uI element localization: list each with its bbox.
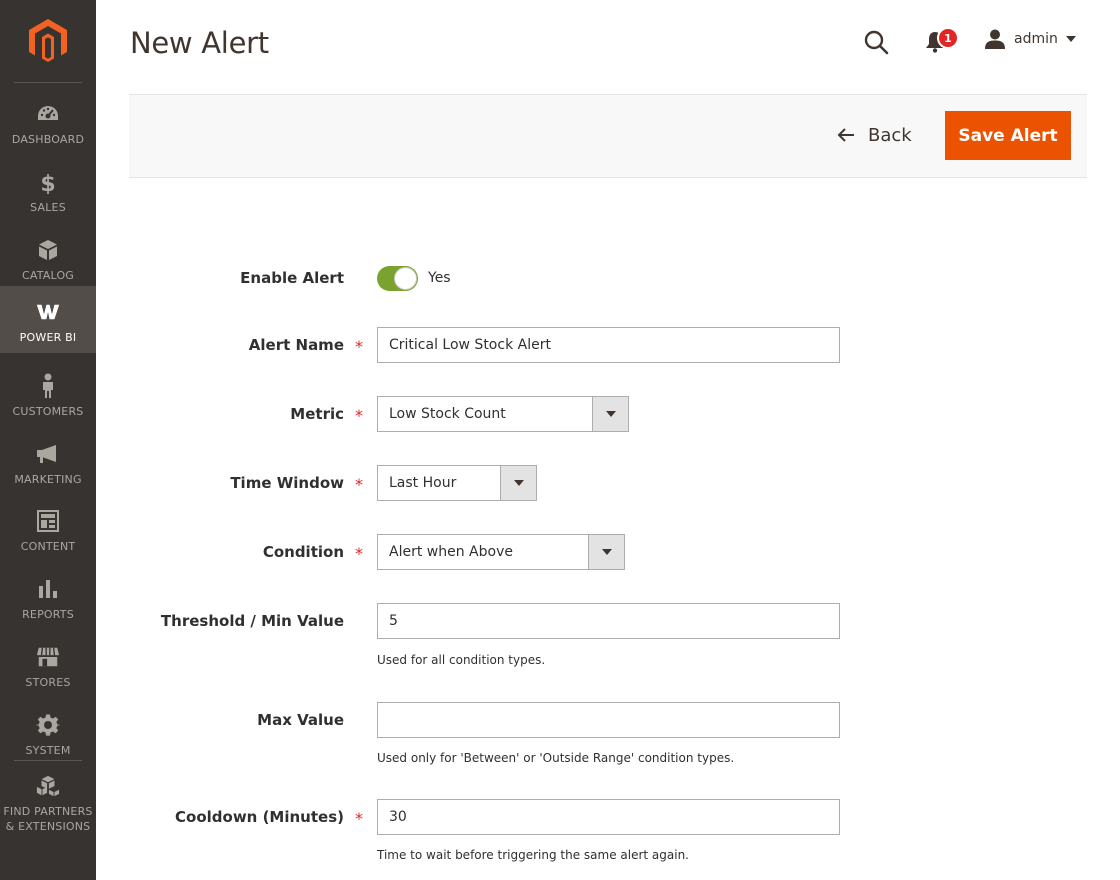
cooldown-label: Cooldown (Minutes) [175,808,344,826]
time-window-select-value: Last Hour [389,475,457,491]
admin-sidebar: DASHBOARD $ SALES CATALOG POWER BI CUSTO… [0,0,96,880]
power-bi-icon [36,300,60,324]
sidebar-item-label: SALES [30,201,66,214]
sidebar-item-dashboard[interactable]: DASHBOARD [0,90,96,158]
threshold-input[interactable] [377,603,840,639]
time-window-select[interactable]: Last Hour [377,465,537,501]
toggle-knob [394,267,417,290]
box-icon [36,238,60,262]
dashboard-icon [36,102,60,126]
person-icon [36,373,60,398]
time-window-label: Time Window [230,474,344,492]
magento-logo[interactable] [0,0,96,82]
admin-username: admin [1014,31,1058,47]
condition-select-value: Alert when Above [389,544,513,560]
sidebar-item-label: MARKETING [14,473,82,486]
sidebar-divider [14,82,82,83]
condition-select[interactable]: Alert when Above [377,534,625,570]
cooldown-note: Time to wait before triggering the same … [377,848,689,862]
back-button-label: Back [868,124,912,146]
arrow-left-icon [837,128,854,142]
sidebar-item-label: STORES [25,676,71,689]
dollar-icon: $ [36,170,60,194]
sidebar-item-content[interactable]: CONTENT [0,497,96,565]
max-value-label: Max Value [257,711,344,729]
required-asterisk: * [355,809,363,828]
sidebar-divider [14,760,82,761]
search-icon [864,30,889,55]
required-asterisk: * [355,337,363,356]
sidebar-item-sales[interactable]: $ SALES [0,158,96,226]
sidebar-item-system[interactable]: SYSTEM [0,701,96,769]
sidebar-item-label: CUSTOMERS [12,405,84,418]
max-value-input[interactable] [377,702,840,738]
sidebar-item-label: CATALOG [21,269,75,282]
sidebar-item-power-bi[interactable]: POWER BI [0,286,96,353]
bar-chart-icon [36,577,60,601]
max-value-note: Used only for 'Between' or 'Outside Rang… [377,751,735,765]
metric-select[interactable]: Low Stock Count [377,396,629,432]
required-asterisk: * [355,406,363,425]
save-alert-button[interactable]: Save Alert [945,111,1071,160]
select-arrow-button [588,535,624,569]
sidebar-item-marketing[interactable]: MARKETING [0,430,96,498]
enable-alert-value: Yes [428,270,451,286]
sidebar-item-label: FIND PARTNERS & EXTENSIONS [3,805,93,833]
sidebar-item-label: SYSTEM [25,744,71,757]
chevron-down-icon [601,549,612,555]
required-asterisk: * [355,544,363,563]
metric-label: Metric [290,405,344,423]
chevron-down-icon [513,480,524,486]
sidebar-item-label: POWER BI [19,331,77,344]
sidebar-item-label: CONTENT [20,540,76,553]
admin-user-menu[interactable]: admin [984,28,1076,50]
magento-logo-icon [29,19,67,62]
sidebar-item-label: DASHBOARD [11,133,85,146]
required-asterisk: * [355,475,363,494]
sidebar-item-customers[interactable]: CUSTOMERS [0,362,96,430]
page-title: New Alert [130,26,269,60]
sidebar-item-catalog[interactable]: CATALOG [0,226,96,294]
sidebar-item-stores[interactable]: STORES [0,633,96,701]
select-arrow-button [592,397,628,431]
alert-name-label: Alert Name [248,336,344,354]
page-actions-bar [129,94,1087,178]
back-button[interactable]: Back [836,118,912,152]
search-button[interactable] [863,29,889,55]
cooldown-input[interactable] [377,799,840,835]
chevron-down-icon [1065,36,1076,42]
layout-icon [36,509,60,533]
sidebar-item-find-partners[interactable]: FIND PARTNERS & EXTENSIONS [0,768,96,840]
enable-alert-toggle[interactable] [377,266,418,291]
sidebar-item-label: REPORTS [22,608,74,621]
condition-label: Condition [262,543,344,561]
user-icon [985,29,1005,49]
threshold-note: Used for all condition types. [377,653,546,667]
megaphone-icon [36,442,60,466]
metric-select-value: Low Stock Count [389,406,506,422]
enable-alert-label: Enable Alert [240,269,344,287]
sidebar-item-reports[interactable]: REPORTS [0,565,96,633]
chevron-down-icon [605,411,616,417]
svg-text:$: $ [40,172,55,194]
alert-name-input[interactable] [377,327,840,363]
select-arrow-button [500,466,536,500]
notification-badge: 1 [937,27,959,49]
threshold-label: Threshold / Min Value [160,612,344,630]
cubes-icon [36,774,60,798]
store-icon [36,645,60,669]
gear-icon [36,713,60,737]
